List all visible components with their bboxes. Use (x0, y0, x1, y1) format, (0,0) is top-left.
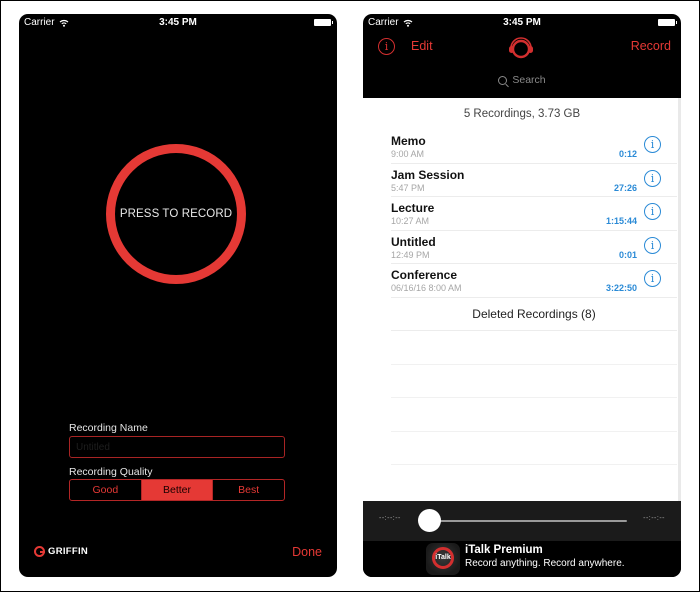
screenshot-frame: Carrier 3:45 PM PRESS TO RECORD Recordin… (0, 0, 700, 592)
recording-title: Conference (391, 268, 458, 282)
playback-track[interactable] (433, 520, 627, 522)
recording-name-label: Recording Name (69, 422, 148, 434)
recordings-list: 5 Recordings, 3.73 GB Memo 9:00 AM 0:12 … (363, 98, 681, 501)
done-button[interactable]: Done (292, 545, 322, 559)
empty-row (391, 398, 677, 432)
headphone-logo-icon (509, 37, 533, 59)
info-icon[interactable]: i (644, 270, 661, 287)
recording-date: 9:00 AM (391, 149, 425, 159)
search-placeholder: Search (512, 74, 546, 86)
elapsed-time: --:--:-- (379, 515, 401, 522)
clock: 3:45 PM (503, 17, 541, 28)
record-screen: Carrier 3:45 PM PRESS TO RECORD Recordin… (19, 14, 337, 577)
edit-button[interactable]: Edit (411, 39, 433, 53)
griffin-logo-icon (34, 546, 45, 557)
list-item[interactable]: Untitled 12:49 PM 0:01 i (391, 231, 677, 264)
recording-quality-label: Recording Quality (69, 466, 153, 478)
recording-title: Lecture (391, 201, 435, 215)
record-button[interactable]: Record (631, 39, 671, 53)
recording-date: 10:27 AM (391, 216, 430, 226)
playback-bar: --:--:-- --:--:-- (363, 501, 681, 541)
info-icon[interactable]: i (644, 236, 661, 254)
recording-title: Memo (391, 134, 426, 148)
recording-name-input[interactable] (69, 436, 285, 458)
remaining-time: --:--:-- (643, 515, 665, 522)
info-icon[interactable]: i (644, 203, 661, 220)
app-icon-text: iTalk (435, 554, 451, 561)
empty-row (391, 331, 677, 365)
recording-date: 5:47 PM (391, 182, 425, 193)
battery-icon (658, 19, 677, 26)
playback-scrubber[interactable] (418, 509, 441, 532)
griffin-brand-label: GRIFFIN (48, 546, 89, 557)
press-to-record-button[interactable]: PRESS TO RECORD (106, 144, 246, 284)
promo-title: iTalk Premium (465, 544, 543, 556)
nav-bar: i Edit Record (363, 32, 681, 68)
status-bar: Carrier 3:45 PM (363, 14, 681, 32)
recording-title: Untitled (391, 234, 436, 249)
recording-date: 06/16/16 8:00 AM (391, 283, 462, 293)
search-field[interactable]: Search (363, 72, 681, 88)
recordings-summary: 5 Recordings, 3.73 GB (463, 108, 581, 120)
quality-option-best[interactable]: Best (213, 480, 284, 500)
list-item[interactable]: Conference 06/16/16 8:00 AM 3:22:50 i (391, 264, 677, 298)
list-item[interactable]: Memo 9:00 AM 0:12 i (391, 130, 677, 164)
quality-option-better[interactable]: Better (141, 480, 214, 500)
recording-duration: 0:01 (618, 249, 637, 260)
recording-duration: 1:15:44 (605, 216, 637, 226)
promo-tagline: Record anything. Record anywhere. (465, 558, 625, 569)
record-button-label: PRESS TO RECORD (119, 208, 233, 220)
status-bar: Carrier 3:45 PM (19, 14, 337, 32)
clock: 3:45 PM (159, 17, 197, 28)
info-icon[interactable]: i (378, 38, 395, 55)
recording-duration: 27:26 (613, 182, 637, 193)
griffin-brand: GRIFFIN (34, 546, 88, 557)
recordings-list-screen: Carrier 3:45 PM i Edit Record Search 5 R… (363, 14, 681, 577)
list-item[interactable]: Lecture 10:27 AM 1:15:44 i (391, 197, 677, 231)
recording-quality-selector: Good Better Best (69, 479, 285, 501)
empty-row (391, 365, 677, 398)
battery-icon (314, 19, 333, 26)
deleted-recordings-link[interactable]: Deleted Recordings (8) (391, 298, 677, 331)
recording-duration: 3:22:50 (605, 283, 637, 293)
recording-duration: 0:12 (618, 149, 637, 159)
scroll-indicator (678, 98, 681, 501)
info-icon[interactable]: i (644, 136, 661, 153)
recording-rows: Memo 9:00 AM 0:12 i Jam Session 5:47 PM … (391, 130, 677, 465)
recording-title: Jam Session (391, 167, 465, 182)
italk-app-icon: iTalk (426, 543, 460, 575)
quality-option-good[interactable]: Good (70, 480, 142, 500)
empty-row (391, 432, 677, 465)
premium-promo-banner[interactable]: iTalk iTalk Premium Record anything. Rec… (363, 541, 681, 577)
recording-date: 12:49 PM (391, 249, 430, 260)
info-icon[interactable]: i (644, 169, 661, 187)
list-item[interactable]: Jam Session 5:47 PM 27:26 i (391, 164, 677, 197)
search-icon (498, 75, 508, 85)
